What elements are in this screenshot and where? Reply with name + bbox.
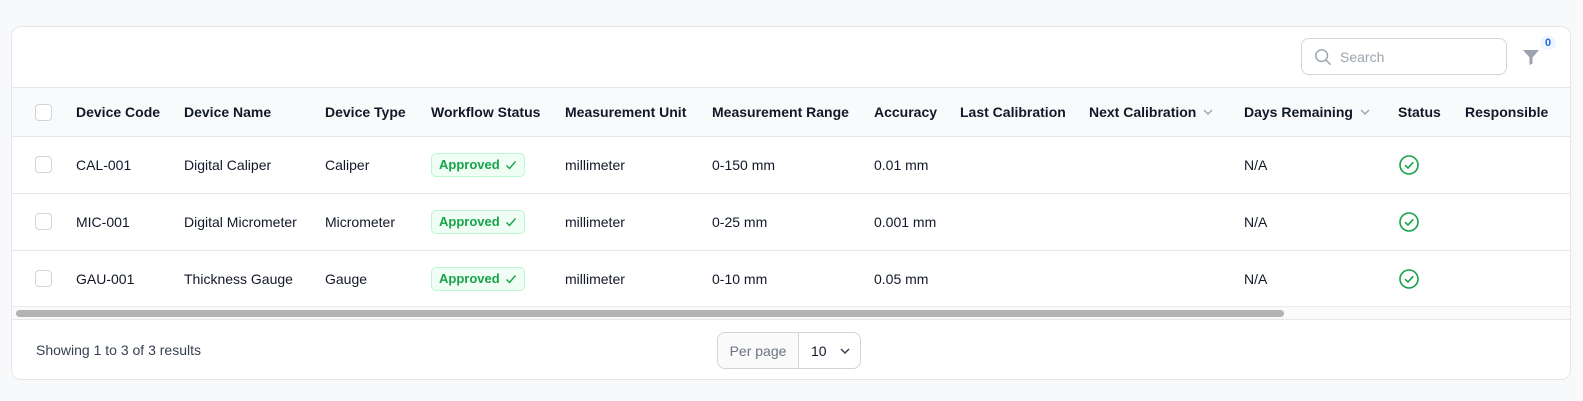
- devices-table-card: 0 Device Code Device Name Device Type Wo…: [11, 26, 1571, 380]
- approved-badge-label: Approved: [439, 214, 500, 229]
- approved-badge: Approved: [431, 209, 525, 234]
- per-page-label: Per page: [718, 333, 799, 368]
- per-page-select[interactable]: 10: [799, 333, 860, 368]
- cell-device-code: GAU-001: [76, 270, 135, 287]
- cell-device-name: Digital Micrometer: [184, 213, 297, 230]
- cell-workflow-status: Approved: [431, 193, 565, 250]
- column-accuracy[interactable]: Accuracy: [874, 88, 960, 136]
- row-select-cell: [12, 193, 76, 250]
- chevron-down-icon: [840, 347, 850, 354]
- filter-count-badge: 0: [1540, 36, 1556, 50]
- select-all-checkbox[interactable]: [35, 103, 52, 121]
- cell-measurement-unit: millimeter: [565, 270, 625, 287]
- cell-workflow-status: Approved: [431, 250, 565, 307]
- cell-responsible: [1465, 250, 1570, 307]
- cell-device-type: Micrometer: [325, 213, 396, 230]
- devices-table: Device Code Device Name Device Type Work…: [12, 88, 1570, 308]
- cell-accuracy: 0.001 mm: [874, 213, 937, 230]
- check-icon: [505, 217, 516, 227]
- column-device-type[interactable]: Device Type: [325, 88, 431, 136]
- cell-device-type: Gauge: [325, 270, 368, 287]
- table-row[interactable]: MIC-001 Digital Micrometer Micrometer Ap…: [12, 193, 1570, 250]
- column-days-remaining-label: Days Remaining: [1244, 103, 1353, 120]
- search-icon: [1315, 49, 1331, 65]
- cell-workflow-status: Approved: [431, 136, 565, 193]
- column-last-calibration[interactable]: Last Calibration: [960, 88, 1089, 136]
- approved-badge: Approved: [431, 152, 525, 177]
- cell-last-calibration: [960, 136, 1089, 193]
- row-checkbox[interactable]: [35, 156, 52, 174]
- cell-days-remaining: N/A: [1244, 270, 1268, 287]
- column-status[interactable]: Status: [1398, 88, 1465, 136]
- horizontal-scrollbar-thumb[interactable]: [16, 310, 1284, 317]
- cell-status: [1398, 250, 1465, 307]
- table-scroll-area[interactable]: Device Code Device Name Device Type Work…: [12, 88, 1570, 319]
- search-box[interactable]: [1301, 38, 1507, 75]
- cell-status: [1398, 193, 1465, 250]
- cell-days-remaining: N/A: [1244, 213, 1268, 230]
- column-workflow-status[interactable]: Workflow Status: [431, 88, 565, 136]
- check-icon: [505, 160, 516, 170]
- cell-next-calibration: [1089, 136, 1244, 193]
- approved-badge-label: Approved: [439, 157, 500, 172]
- cell-device-type: Caliper: [325, 156, 370, 173]
- table-header-row: Device Code Device Name Device Type Work…: [12, 88, 1570, 136]
- row-checkbox[interactable]: [35, 213, 52, 231]
- cell-next-calibration: [1089, 250, 1244, 307]
- per-page-value: 10: [811, 342, 827, 359]
- column-next-calibration-label: Next Calibration: [1089, 103, 1197, 120]
- chevron-down-icon: [1203, 109, 1213, 115]
- cell-device-code: CAL-001: [76, 156, 132, 173]
- results-summary: Showing 1 to 3 of 3 results: [36, 342, 201, 358]
- cell-measurement-range: 0-25 mm: [712, 213, 768, 230]
- cell-device-code: MIC-001: [76, 213, 130, 230]
- cell-device-name: Thickness Gauge: [184, 270, 293, 287]
- filter-icon: [1523, 50, 1539, 65]
- check-circle-icon: [1399, 211, 1419, 232]
- column-measurement-range[interactable]: Measurement Range: [712, 88, 874, 136]
- horizontal-scrollbar[interactable]: [12, 306, 1570, 319]
- column-responsible[interactable]: Responsible: [1465, 88, 1570, 136]
- cell-responsible: [1465, 193, 1570, 250]
- table-toolbar: 0: [12, 27, 1570, 88]
- cell-accuracy: 0.01 mm: [874, 156, 929, 173]
- sort-next-calibration[interactable]: Next Calibration: [1089, 104, 1214, 120]
- cell-responsible: [1465, 136, 1570, 193]
- row-checkbox[interactable]: [35, 270, 52, 288]
- cell-status: [1398, 136, 1465, 193]
- column-device-code[interactable]: Device Code: [76, 88, 184, 136]
- cell-last-calibration: [960, 250, 1089, 307]
- search-input[interactable]: [1340, 39, 1500, 74]
- cell-days-remaining: N/A: [1244, 156, 1268, 173]
- column-next-calibration[interactable]: Next Calibration: [1089, 88, 1244, 136]
- cell-measurement-unit: millimeter: [565, 156, 625, 173]
- cell-measurement-range: 0-10 mm: [712, 270, 768, 287]
- approved-badge: Approved: [431, 266, 525, 291]
- cell-device-name: Digital Caliper: [184, 156, 272, 173]
- per-page-control: Per page 10: [717, 332, 861, 369]
- select-all-cell: [12, 88, 76, 136]
- table-row[interactable]: CAL-001 Digital Caliper Caliper Approved…: [12, 136, 1570, 193]
- cell-measurement-unit: millimeter: [565, 213, 625, 230]
- cell-accuracy: 0.05 mm: [874, 270, 929, 287]
- check-icon: [505, 274, 516, 284]
- cell-next-calibration: [1089, 193, 1244, 250]
- row-select-cell: [12, 136, 76, 193]
- sort-days-remaining[interactable]: Days Remaining: [1244, 104, 1371, 120]
- column-days-remaining[interactable]: Days Remaining: [1244, 88, 1398, 136]
- chevron-down-icon: [1360, 109, 1370, 115]
- cell-measurement-range: 0-150 mm: [712, 156, 776, 173]
- row-select-cell: [12, 250, 76, 307]
- cell-last-calibration: [960, 193, 1089, 250]
- column-measurement-unit[interactable]: Measurement Unit: [565, 88, 712, 136]
- table-row[interactable]: GAU-001 Thickness Gauge Gauge Approved m…: [12, 250, 1570, 307]
- column-device-name[interactable]: Device Name: [184, 88, 325, 136]
- approved-badge-label: Approved: [439, 271, 500, 286]
- check-circle-icon: [1399, 154, 1419, 175]
- check-circle-icon: [1399, 268, 1419, 289]
- table-footer: Showing 1 to 3 of 3 results Per page 10: [12, 319, 1570, 379]
